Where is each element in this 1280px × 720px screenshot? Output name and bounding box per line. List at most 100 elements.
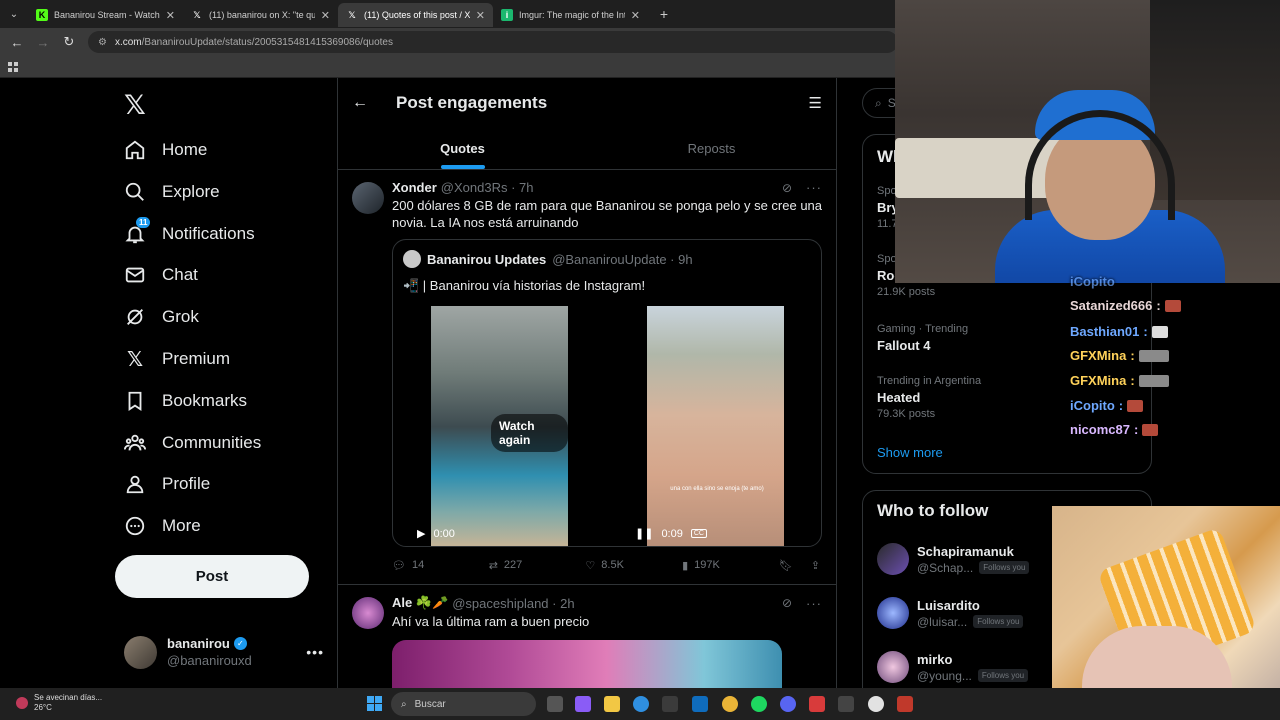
x-icon: 𝕏 [348, 9, 356, 20]
nav-bookmarks[interactable]: Bookmarks [124, 381, 247, 421]
more-options-icon[interactable]: ··· [806, 180, 822, 195]
trend-item[interactable]: Trending in Argentina Heated 79.3K posts [877, 375, 981, 420]
reply-icon: 💬︎ [392, 559, 406, 572]
app-icon[interactable] [897, 696, 913, 712]
tweet-image[interactable] [392, 640, 782, 688]
outlook-icon[interactable] [692, 696, 708, 712]
file-explorer-icon[interactable] [604, 696, 620, 712]
x-logo-icon[interactable]: 𝕏 [124, 90, 146, 121]
show-more-link[interactable]: Show more [877, 445, 943, 460]
nav-label: Bookmarks [162, 391, 248, 410]
tweet-author-name[interactable]: Ale ☘️🥕 [392, 595, 448, 611]
url-input[interactable]: ⚙ x.com/BananirouUpdate/status/200531548… [88, 31, 898, 53]
windows-start-icon[interactable] [367, 696, 382, 711]
edge-icon[interactable] [633, 696, 649, 712]
weather-widget[interactable]: Se avecinan días... 26°C [16, 693, 102, 713]
filter-sliders-icon[interactable]: ☰ [809, 94, 822, 112]
url-path: /BananirouUpdate/status/2005315481415369… [141, 36, 393, 48]
avatar[interactable] [352, 182, 384, 214]
app-icon[interactable] [809, 696, 825, 712]
play-icon[interactable]: ▶ [417, 527, 425, 540]
tab-search-icon[interactable]: ⌄ [4, 4, 24, 24]
nav-label: Profile [162, 474, 211, 493]
nav-more[interactable]: More [124, 506, 201, 546]
nav-explore[interactable]: Explore [124, 172, 220, 212]
video-time: 0:09 [661, 527, 683, 540]
tab-reposts[interactable]: Reposts [587, 128, 836, 169]
back-arrow-icon[interactable]: ← [352, 94, 380, 112]
nav-profile[interactable]: Profile [124, 464, 210, 504]
nav-chat[interactable]: Chat [124, 255, 198, 295]
spotify-icon[interactable] [751, 696, 767, 712]
task-view-icon[interactable] [547, 696, 563, 712]
close-tab-icon[interactable]: ✕ [166, 9, 175, 22]
nav-communities[interactable]: Communities [124, 423, 261, 463]
chat-line: Basthian01: [1070, 324, 1168, 339]
obs-icon[interactable] [868, 696, 884, 712]
video-gallery: Watch again ▶ 0:00 una con ella sino se … [403, 306, 811, 546]
video-player[interactable]: Watch again [431, 306, 568, 546]
repost-button[interactable]: ⇄ 227 [489, 559, 586, 572]
emote-icon [1142, 423, 1159, 436]
quoted-tweet[interactable]: Bananirou Updates @BananirouUpdate · 9h … [392, 239, 822, 547]
nav-premium[interactable]: 𝕏 Premium [124, 339, 230, 379]
account-switcher[interactable]: bananirou ✓ @bananirouxd ••• [124, 630, 324, 674]
like-button[interactable]: ♡ 8.5K [585, 559, 682, 572]
chrome-icon[interactable] [722, 696, 738, 712]
views-button[interactable]: ▮ 197K [682, 559, 779, 572]
watch-again-button[interactable]: Watch again [491, 414, 568, 452]
nav-home[interactable]: Home [124, 130, 207, 170]
tweet-author-name[interactable]: Xonder [392, 180, 437, 195]
browser-tab-imgur[interactable]: i Imgur: The magic of the Internet ✕ [493, 3, 648, 27]
left-navigation: 𝕏 Home Explore 11 Notifications Chat Gro… [112, 78, 336, 688]
grok-icon[interactable]: ⊘ [782, 181, 792, 195]
search-icon [124, 181, 146, 203]
more-options-icon[interactable]: ••• [306, 644, 324, 660]
app-icon[interactable] [838, 696, 854, 712]
site-info-icon[interactable]: ⚙ [98, 37, 107, 48]
chat-line: GFXMina: [1070, 348, 1169, 363]
grok-icon[interactable]: ⊘ [782, 596, 792, 610]
avatar[interactable] [352, 597, 384, 629]
share-icon[interactable]: ⇪ [811, 559, 820, 572]
nav-grok[interactable]: Grok [124, 297, 199, 337]
bookmark-icon[interactable]: 🔖︎ [779, 559, 793, 572]
trend-posts: 21.9K posts [877, 286, 936, 298]
reload-icon[interactable]: ↻ [58, 31, 80, 53]
taskbar-search[interactable]: ⌕ Buscar [391, 692, 536, 716]
chat-user: iCopito [1070, 398, 1115, 413]
more-circle-icon [124, 515, 146, 537]
tweet[interactable]: Ale ☘️🥕 @spaceshipland · 2h ⊘ ··· Ahí va… [338, 585, 836, 688]
copilot-icon[interactable] [575, 696, 591, 712]
browser-tab-quotes[interactable]: 𝕏 (11) Quotes of this post / X ✕ [338, 3, 493, 27]
browser-tab-x-post[interactable]: 𝕏 (11) bananirou on X: "te quiero ✕ [183, 3, 338, 27]
forward-arrow-icon[interactable]: → [32, 31, 54, 53]
more-options-icon[interactable]: ··· [806, 596, 822, 611]
nav-notifications[interactable]: 11 Notifications [124, 214, 255, 254]
close-tab-icon[interactable]: ✕ [476, 9, 485, 22]
new-tab-button[interactable]: + [654, 4, 674, 24]
store-icon[interactable] [662, 696, 678, 712]
nav-label: More [162, 516, 201, 535]
chat-user: GFXMina [1070, 348, 1127, 363]
pause-icon[interactable]: ❚❚ [635, 527, 653, 540]
close-tab-icon[interactable]: ✕ [631, 9, 640, 22]
tab-quotes[interactable]: Quotes [338, 128, 587, 169]
back-arrow-icon[interactable]: ← [6, 31, 28, 53]
emote-icon [1138, 349, 1169, 362]
trend-posts: 79.3K posts [877, 408, 936, 420]
tweet[interactable]: Xonder @Xond3Rs · 7h ⊘ ··· 200 dólares 8… [338, 170, 836, 585]
apps-grid-icon[interactable] [8, 61, 18, 72]
video-player[interactable]: una con ella sino se enoja (te amo) [647, 306, 784, 546]
reply-button[interactable]: 💬︎ 14 [392, 559, 489, 572]
discord-icon[interactable] [780, 696, 796, 712]
close-tab-icon[interactable]: ✕ [321, 9, 330, 22]
avatar [877, 651, 909, 683]
trend-name: Heated [877, 390, 921, 405]
trend-item[interactable]: Gaming · Trending Fallout 4 [877, 323, 968, 353]
avatar [403, 250, 421, 268]
repost-icon: ⇄ [488, 559, 498, 572]
captions-icon[interactable]: CC [690, 529, 707, 538]
browser-tab-kick[interactable]: K Bananirou Stream - Watch Live ✕ [28, 3, 183, 27]
post-button[interactable]: Post [115, 555, 309, 598]
